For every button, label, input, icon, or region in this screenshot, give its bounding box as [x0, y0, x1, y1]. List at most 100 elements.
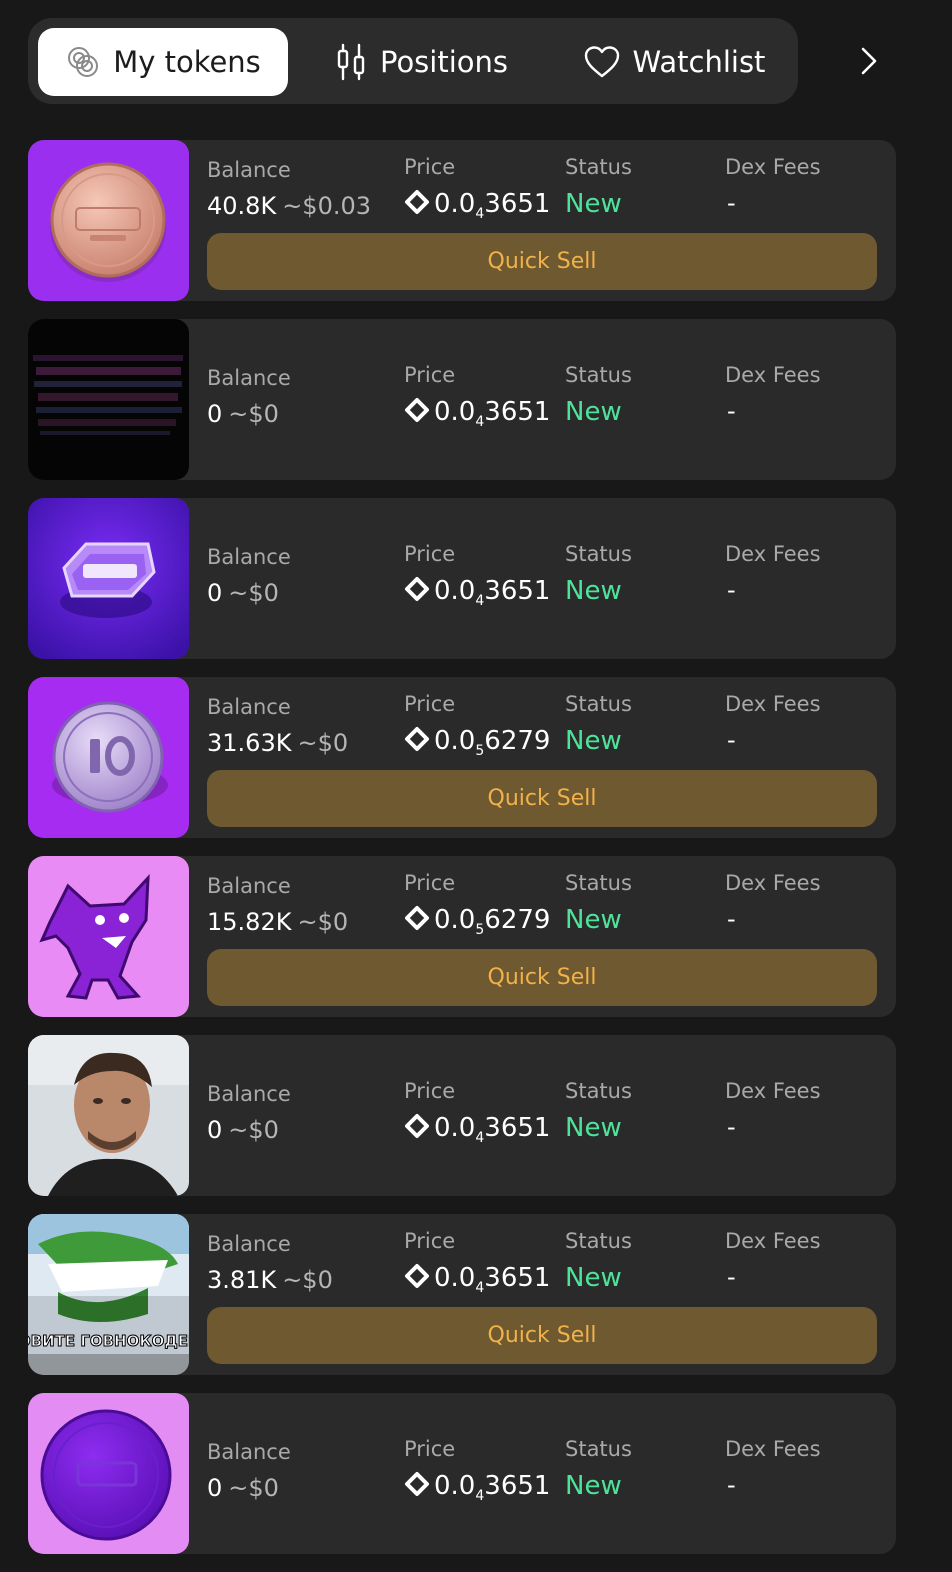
ton-diamond-icon	[404, 397, 430, 430]
balance-label: Balance	[207, 1082, 291, 1106]
balance-column: Balance 15.82K ~$0	[207, 874, 348, 936]
status-label: Status	[565, 1437, 632, 1461]
token-card[interactable]: ЛОВИТЕ ГОВНОКОДЕРА Balance 3.81K ~$0 Pri…	[28, 1214, 896, 1375]
chevron-right-icon[interactable]	[852, 44, 886, 78]
dex-fees-value: -	[727, 397, 736, 425]
status-badge: New	[565, 576, 622, 606]
token-image	[28, 1035, 189, 1196]
price-label: Price	[404, 1229, 456, 1253]
status-label: Status	[565, 542, 632, 566]
balance-amount: 40.8K	[207, 192, 277, 220]
balance-value: 0 ~$0	[207, 579, 291, 607]
ton-diamond-icon	[404, 189, 430, 222]
dex-fees-column: Dex Fees -	[725, 542, 821, 604]
price-zero-count: 5	[475, 922, 485, 938]
status-column: Status New	[565, 692, 632, 756]
status-badge: New	[565, 189, 622, 219]
status-label: Status	[565, 363, 632, 387]
token-card[interactable]: Balance 0 ~$0 Price 0.0 4 3651 Status New …	[28, 1035, 896, 1196]
token-card[interactable]: Balance 31.63K ~$0 Price 0.0 5 6279 Status…	[28, 677, 896, 838]
price-value: 0.0 4 3651	[404, 576, 550, 609]
price-value: 0.0 4 3651	[404, 397, 550, 430]
balance-label: Balance	[207, 1232, 291, 1256]
token-image	[28, 677, 189, 838]
price-prefix: 0.0	[434, 1471, 476, 1501]
price-digits: 3651	[484, 1263, 551, 1293]
dex-fees-value: -	[727, 1471, 736, 1499]
status-column: Status New	[565, 1079, 632, 1143]
balance-usd: ~$0	[228, 1116, 279, 1144]
price-prefix: 0.0	[434, 397, 476, 427]
balance-usd: ~$0	[228, 400, 279, 428]
token-image	[28, 140, 189, 301]
token-card[interactable]: Balance 0 ~$0 Price 0.0 4 3651 Status New …	[28, 1393, 896, 1554]
price-zero-count: 4	[475, 1488, 485, 1504]
balance-amount: 31.63K	[207, 729, 292, 757]
balance-label: Balance	[207, 695, 291, 719]
price-digits: 3651	[484, 1471, 551, 1501]
price-zero-count: 5	[475, 743, 485, 759]
price-value: 0.0 4 3651	[404, 1263, 550, 1296]
quick-sell-button[interactable]: Quick Sell	[207, 233, 877, 290]
status-label: Status	[565, 1079, 632, 1103]
token-image	[28, 498, 189, 659]
balance-value: 15.82K ~$0	[207, 908, 348, 936]
coins-icon	[65, 44, 101, 80]
price-digits: 3651	[484, 397, 551, 427]
balance-column: Balance 31.63K ~$0	[207, 695, 348, 757]
price-digits: 3651	[484, 189, 551, 219]
balance-amount: 0	[207, 400, 223, 428]
tab-my-tokens-label: My tokens	[113, 45, 261, 79]
dex-fees-column: Dex Fees -	[725, 155, 821, 217]
quick-sell-button[interactable]: Quick Sell	[207, 770, 877, 827]
price-label: Price	[404, 1437, 456, 1461]
ton-diamond-icon	[404, 1113, 430, 1146]
price-digits: 3651	[484, 576, 551, 606]
token-card[interactable]: Balance 0 ~$0 Price 0.0 4 3651 Status New …	[28, 498, 896, 659]
balance-amount: 3.81K	[207, 1266, 277, 1294]
status-column: Status New	[565, 1437, 632, 1501]
price-value: 0.0 4 3651	[404, 1471, 550, 1504]
balance-usd: ~$0.03	[282, 192, 372, 220]
dex-fees-value: -	[727, 905, 736, 933]
balance-usd: ~$0	[228, 579, 279, 607]
quick-sell-button[interactable]: Quick Sell	[207, 949, 877, 1006]
ton-diamond-icon	[404, 1471, 430, 1504]
price-column: Price 0.0 4 3651	[404, 1229, 550, 1296]
token-card[interactable]: Balance 40.8K ~$0.03 Price 0.0 4 3651 Stat…	[28, 140, 896, 301]
dex-fees-label: Dex Fees	[725, 1229, 821, 1253]
price-prefix: 0.0	[434, 1113, 476, 1143]
balance-usd: ~$0	[282, 1266, 333, 1294]
price-digits: 6279	[484, 726, 551, 756]
balance-value: 0 ~$0	[207, 400, 291, 428]
token-card[interactable]: Balance 15.82K ~$0 Price 0.0 5 6279 Status…	[28, 856, 896, 1017]
dex-fees-label: Dex Fees	[725, 363, 821, 387]
status-badge: New	[565, 1113, 622, 1143]
tab-bar: My tokens Positions Watchlist	[28, 18, 798, 104]
price-column: Price 0.0 4 3651	[404, 155, 550, 222]
balance-column: Balance 0 ~$0	[207, 1440, 291, 1502]
quick-sell-button[interactable]: Quick Sell	[207, 1307, 877, 1364]
tab-positions[interactable]: Positions	[326, 28, 516, 96]
token-image	[28, 856, 189, 1017]
ton-diamond-icon	[404, 726, 430, 759]
dex-fees-value: -	[727, 1113, 736, 1141]
price-digits: 3651	[484, 1113, 551, 1143]
price-label: Price	[404, 692, 456, 716]
price-zero-count: 4	[475, 1130, 485, 1146]
balance-amount: 0	[207, 579, 223, 607]
price-column: Price 0.0 5 6279	[404, 871, 550, 938]
tab-watchlist[interactable]: Watchlist	[576, 28, 772, 96]
token-list: Balance 40.8K ~$0.03 Price 0.0 4 3651 Stat…	[28, 140, 896, 1572]
price-column: Price 0.0 4 3651	[404, 1079, 550, 1146]
token-card[interactable]: Balance 0 ~$0 Price 0.0 4 3651 Status New …	[28, 319, 896, 480]
price-prefix: 0.0	[434, 189, 476, 219]
price-prefix: 0.0	[434, 726, 476, 756]
price-prefix: 0.0	[434, 576, 476, 606]
tab-my-tokens[interactable]: My tokens	[38, 28, 288, 96]
balance-usd: ~$0	[297, 908, 349, 936]
dex-fees-column: Dex Fees -	[725, 1229, 821, 1291]
balance-label: Balance	[207, 366, 291, 390]
balance-value: 40.8K ~$0.03	[207, 192, 371, 220]
balance-label: Balance	[207, 158, 291, 182]
